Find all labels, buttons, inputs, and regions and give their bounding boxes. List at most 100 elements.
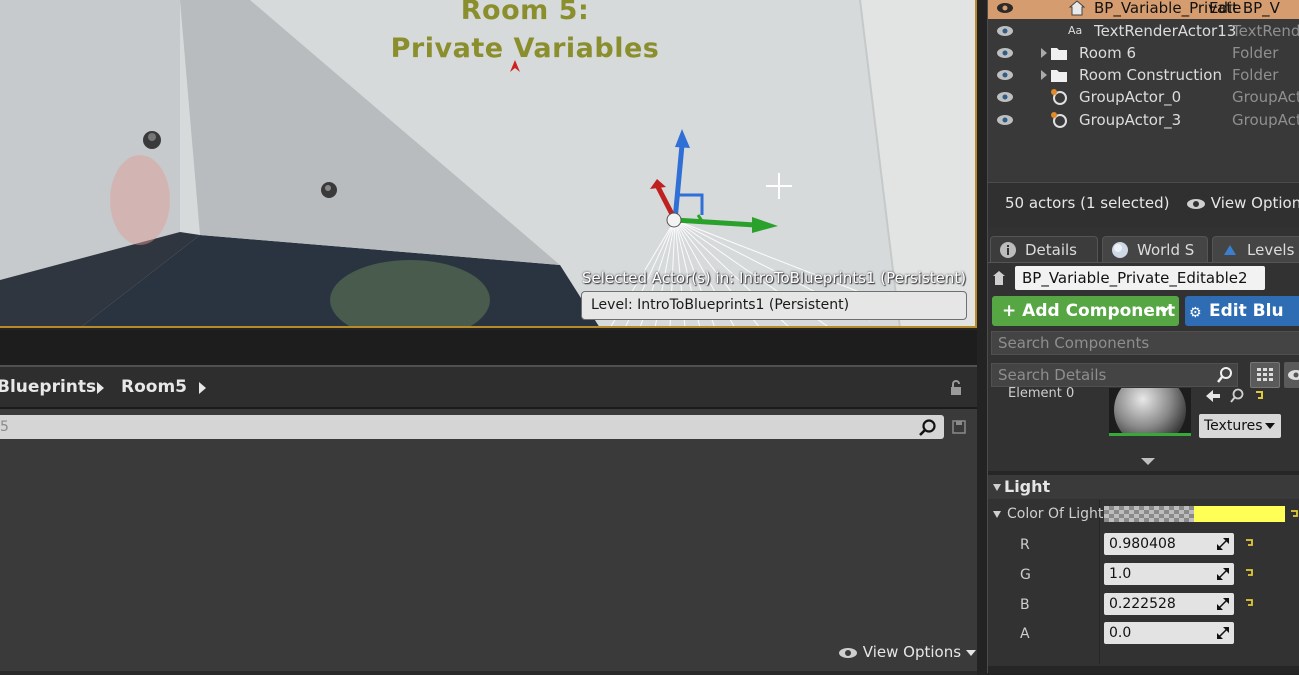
- tab-label: World S: [1137, 241, 1195, 259]
- asset-action-icons[interactable]: [1206, 388, 1276, 404]
- save-search-icon[interactable]: [952, 420, 966, 434]
- actor-count: 50 actors (1 selected): [1005, 194, 1170, 212]
- reset-to-default-icon[interactable]: [1244, 598, 1254, 608]
- light-section-header[interactable]: Light: [988, 475, 1299, 499]
- details-panel: Details World S Levels BP_Variable_Priva…: [987, 228, 1299, 673]
- collapse-triangle-icon: [993, 484, 1001, 491]
- breadcrumb-chevron-icon[interactable]: [97, 382, 104, 394]
- add-component-button[interactable]: + Add Component: [992, 296, 1179, 326]
- search-components-input[interactable]: Search Components: [991, 331, 1299, 355]
- chevron-down-icon: [1265, 423, 1275, 429]
- lock-icon[interactable]: [948, 380, 964, 396]
- grid-icon: [1257, 368, 1273, 381]
- channel-b-value: 0.222528: [1109, 596, 1176, 612]
- visibility-filter-button[interactable]: [1284, 362, 1299, 388]
- asset-search-input[interactable]: 5: [0, 415, 944, 439]
- visibility-eye-icon[interactable]: [996, 91, 1014, 103]
- visibility-eye-icon[interactable]: [996, 2, 1014, 14]
- group-actor-icon: [1051, 112, 1067, 128]
- visibility-eye-icon[interactable]: [996, 69, 1014, 81]
- color-swatch[interactable]: [1104, 506, 1285, 522]
- channel-g-input[interactable]: 1.0: [1104, 563, 1234, 585]
- expand-diagonal-icon: [1217, 568, 1229, 580]
- outliner-row-textrenderactor13[interactable]: Aa TextRenderActor13 TextRend: [988, 20, 1299, 42]
- channel-r-input[interactable]: 0.980408: [1104, 533, 1234, 555]
- tab-label: Details: [1025, 241, 1078, 259]
- gears-icon: ⚙: [1189, 305, 1202, 321]
- search-icon[interactable]: [918, 419, 938, 437]
- level-viewport[interactable]: Room 5: Private Variables Selected Actor…: [0, 0, 977, 328]
- outliner-view-options-button[interactable]: View Options: [1186, 194, 1299, 212]
- folder-icon: [1051, 48, 1067, 60]
- channel-g-label: G: [1020, 567, 1031, 583]
- group-actor-icon: [1051, 89, 1067, 105]
- search-details-input[interactable]: Search Details: [991, 363, 1238, 387]
- channel-a-value: 0.0: [1109, 625, 1132, 641]
- color-of-light-label[interactable]: Color Of Light: [993, 506, 1103, 522]
- eye-icon: [1187, 198, 1205, 209]
- outliner-row-name: Room Construction: [1079, 66, 1222, 84]
- tab-world-settings[interactable]: World S: [1102, 236, 1208, 262]
- edit-blueprint-button[interactable]: ⚙ Edit Blu: [1185, 296, 1299, 326]
- panel-splitter[interactable]: [977, 0, 987, 673]
- visibility-eye-icon[interactable]: [996, 114, 1014, 126]
- blueprint-house-icon: [1068, 0, 1086, 16]
- text-render-icon: Aa: [1068, 24, 1083, 37]
- outliner-row-type: GroupActo: [1232, 111, 1299, 129]
- channel-g-value: 1.0: [1109, 566, 1132, 582]
- breadcrumb-chevron-icon[interactable]: [199, 382, 206, 394]
- channel-a-input[interactable]: 0.0: [1104, 622, 1234, 644]
- outliner-row-groupactor-3[interactable]: GroupActor_3 GroupActo: [988, 109, 1299, 131]
- outliner-row-name: GroupActor_0: [1079, 88, 1182, 106]
- actor-name-field[interactable]: BP_Variable_Private_Editable2: [1015, 266, 1265, 290]
- reset-to-default-icon[interactable]: [1289, 509, 1299, 519]
- outliner-row-name: TextRenderActor13: [1094, 22, 1237, 40]
- channel-b-input[interactable]: 0.222528: [1104, 593, 1234, 615]
- room-title-line1: Room 5:: [460, 0, 590, 26]
- material-thumbnail[interactable]: [1109, 388, 1191, 436]
- textures-dropdown[interactable]: Textures: [1199, 414, 1281, 438]
- property-matrix-button[interactable]: [1250, 362, 1280, 388]
- blueprint-house-icon: [993, 271, 1005, 285]
- add-component-label: + Add Component: [1002, 301, 1176, 321]
- expand-arrow-icon[interactable]: [1041, 48, 1047, 58]
- outliner-row-type: Folder: [1232, 44, 1279, 62]
- expand-diagonal-icon: [1217, 598, 1229, 610]
- property-column-splitter[interactable]: [1099, 500, 1100, 664]
- levels-icon: [1224, 245, 1236, 255]
- sphere-preview-icon: [1114, 388, 1186, 433]
- outliner-row-room-construction[interactable]: Room Construction Folder: [988, 64, 1299, 86]
- reset-to-default-icon[interactable]: [1244, 568, 1254, 578]
- tab-levels[interactable]: Levels: [1212, 236, 1299, 262]
- channel-r-label: R: [1020, 537, 1030, 553]
- edit-blueprint-label: Edit Blu: [1209, 301, 1284, 321]
- outliner-row-type[interactable]: Edit BP_V: [1209, 0, 1280, 19]
- breadcrumb-blueprints[interactable]: Blueprints: [0, 377, 96, 397]
- search-icon[interactable]: [1216, 366, 1234, 384]
- collapse-triangle-icon: [993, 510, 1001, 518]
- reset-to-default-icon[interactable]: [1244, 538, 1254, 548]
- visibility-eye-icon[interactable]: [996, 25, 1014, 37]
- expand-diagonal-icon: [1217, 538, 1229, 550]
- channel-a-label: A: [1020, 626, 1030, 642]
- level-label: Level: IntroToBlueprints1 (Persistent): [581, 291, 967, 320]
- outliner-row-groupactor-0[interactable]: GroupActor_0 GroupActo: [988, 86, 1299, 108]
- tab-details[interactable]: Details: [990, 236, 1098, 262]
- viewport-footer-strip: [0, 330, 977, 365]
- element-0-label: Element 0: [1008, 386, 1075, 401]
- view-options-button[interactable]: View Options: [838, 643, 976, 661]
- color-of-light-text: Color Of Light: [1007, 506, 1104, 522]
- eye-icon: [839, 647, 857, 658]
- chevron-down-icon: [1159, 308, 1169, 314]
- breadcrumb-room5[interactable]: Room5: [121, 377, 187, 397]
- transform-gizmo[interactable]: [640, 125, 790, 235]
- outliner-row-room-6[interactable]: Room 6 Folder: [988, 42, 1299, 64]
- outliner-row-type: GroupActo: [1232, 88, 1299, 106]
- room-title-line2: Private Variables: [390, 33, 660, 64]
- outliner-row-type: Folder: [1232, 66, 1279, 84]
- expand-more-icon[interactable]: [1141, 458, 1155, 465]
- outliner-row-bp-variable-private[interactable]: BP_Variable_Private Edit BP_V: [988, 0, 1299, 19]
- outliner-row-type: TextRend: [1232, 22, 1299, 40]
- visibility-eye-icon[interactable]: [996, 47, 1014, 59]
- expand-arrow-icon[interactable]: [1041, 70, 1047, 80]
